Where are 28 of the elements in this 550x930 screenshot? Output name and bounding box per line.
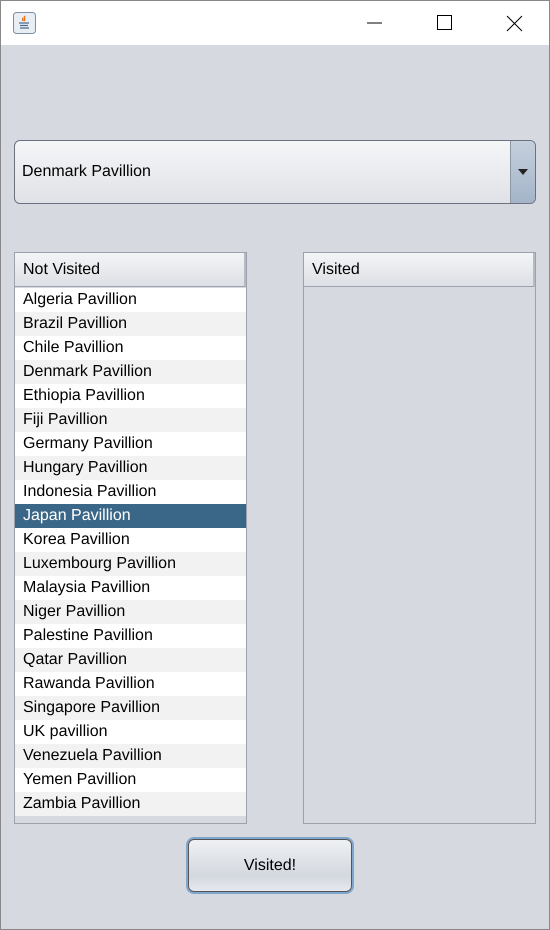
visited-button[interactable]: Visited! xyxy=(188,839,352,892)
list-item[interactable]: Luxembourg Pavillion xyxy=(15,552,246,576)
list-item[interactable]: Niger Pavillion xyxy=(15,600,246,624)
list-item[interactable]: Zambia Pavillion xyxy=(15,792,246,816)
list-item[interactable]: Germany Pavillion xyxy=(15,432,246,456)
list-item[interactable]: Malaysia Pavillion xyxy=(15,576,246,600)
list-item[interactable]: Fiji Pavillion xyxy=(15,408,246,432)
column-header[interactable]: Visited xyxy=(304,253,535,287)
list-item[interactable]: Indonesia Pavillion xyxy=(15,480,246,504)
list-item[interactable]: Chile Pavillion xyxy=(15,336,246,360)
list-item[interactable]: UK pavillion xyxy=(15,720,246,744)
column-header[interactable]: Not Visited xyxy=(15,253,246,287)
list-item[interactable]: Qatar Pavillion xyxy=(15,648,246,672)
list-item[interactable]: Algeria Pavillion xyxy=(15,288,246,312)
list-item[interactable]: Japan Pavillion xyxy=(15,504,246,528)
list-item[interactable]: Palestine Pavillion xyxy=(15,624,246,648)
list-item[interactable]: Singapore Pavillion xyxy=(15,696,246,720)
list-item[interactable]: Hungary Pavillion xyxy=(15,456,246,480)
list-item[interactable]: Ethiopia Pavillion xyxy=(15,384,246,408)
pavilion-dropdown[interactable]: Denmark Pavillion xyxy=(14,140,536,204)
list-item[interactable]: Korea Pavillion xyxy=(15,528,246,552)
list-item[interactable]: Brazil Pavillion xyxy=(15,312,246,336)
java-cup-icon xyxy=(13,12,36,34)
list-item[interactable]: Denmark Pavillion xyxy=(15,360,246,384)
list-item[interactable]: Rawanda Pavillion xyxy=(15,672,246,696)
dropdown-arrow-icon xyxy=(518,169,528,175)
list-item[interactable]: Yemen Pavillion xyxy=(15,768,246,792)
list-item[interactable]: Venezuela Pavillion xyxy=(15,744,246,768)
